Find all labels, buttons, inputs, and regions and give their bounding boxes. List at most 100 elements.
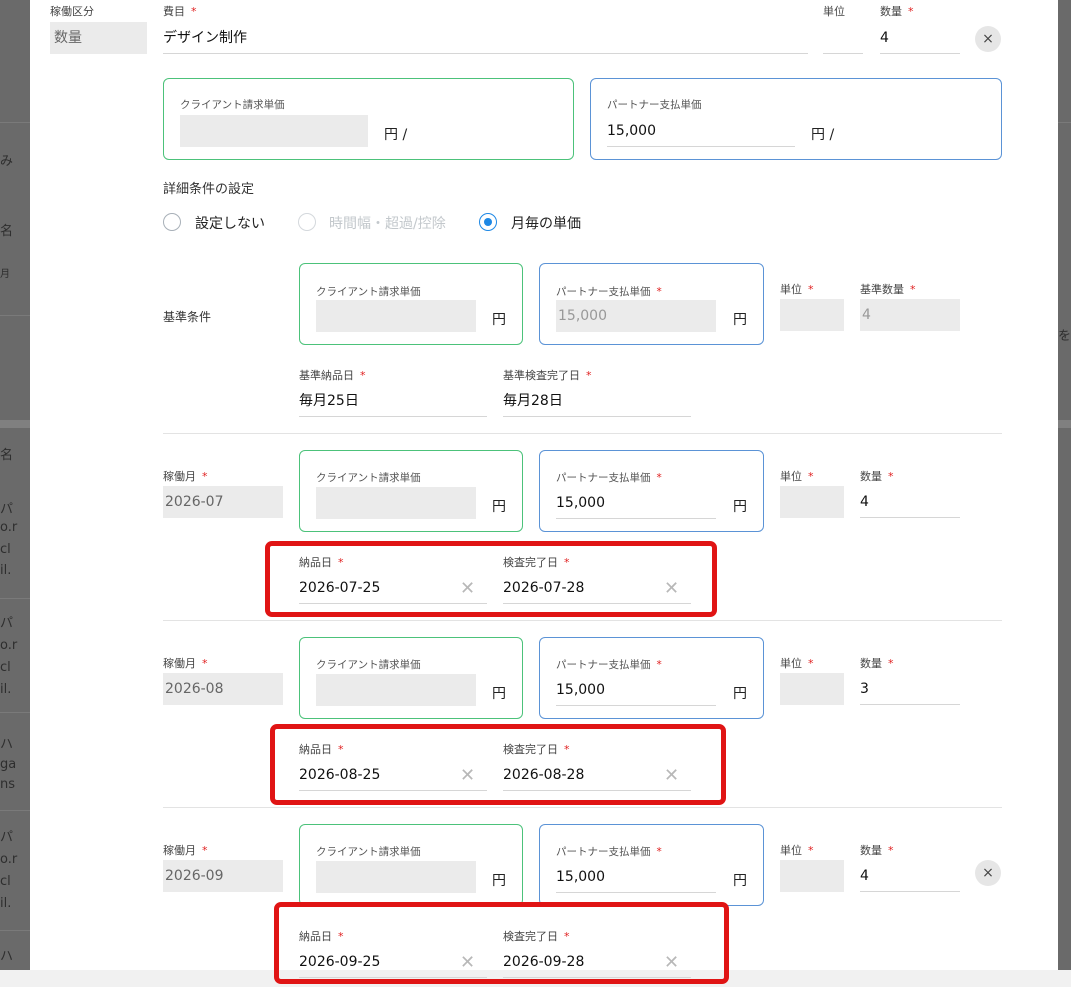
month-input[interactable]: 2026-08 [163, 673, 283, 705]
month-client-price-card: クライアント請求単価 円 [299, 824, 523, 906]
month-client-price-label: クライアント請求単価 [316, 659, 421, 671]
month-unit-label: 単位 * [780, 657, 814, 670]
month-quantity-label: 数量 * [860, 844, 894, 857]
client-unit-price-label: クライアント請求単価 [180, 99, 285, 111]
base-client-price-input[interactable] [316, 300, 476, 332]
quantity-input[interactable]: 4 [880, 26, 960, 54]
month-label: 稼働月 * [163, 844, 208, 857]
bg-divider [0, 598, 30, 599]
client-unit-price-input[interactable] [180, 115, 368, 147]
partner-unit-price-input[interactable]: 15,000 [607, 119, 795, 147]
radio-time-range[interactable] [298, 213, 316, 231]
bg-fragment: ns [0, 777, 16, 792]
month-client-price-suffix: 円 [492, 686, 506, 702]
bg-fragment: ハ [0, 737, 14, 752]
month-partner-price-suffix: 円 [733, 873, 747, 889]
partner-unit-price-suffix: 円 / [811, 127, 835, 143]
base-delivery-label: 基準納品日 * [299, 369, 366, 382]
section-divider [163, 807, 1002, 808]
remove-row-button[interactable]: × [975, 26, 1001, 52]
month-unit-input[interactable] [780, 673, 844, 705]
bg-fragment: を [1058, 329, 1071, 344]
month-partner-price-label: パートナー支払単価 * [556, 659, 662, 671]
month-quantity-label: 数量 * [860, 657, 894, 670]
month-client-price-input[interactable] [316, 674, 476, 706]
partner-unit-price-label: パートナー支払単価 [607, 99, 702, 111]
unit-input[interactable] [823, 26, 863, 54]
month-client-price-input[interactable] [316, 487, 476, 519]
base-inspection-label: 基準検査完了日 * [503, 369, 592, 382]
bg-fragment: o.r [0, 638, 18, 653]
bg-fragment: 名 [0, 448, 14, 463]
base-delivery-input[interactable]: 毎月25日 [299, 389, 487, 417]
base-client-price-suffix: 円 [492, 312, 506, 328]
month-input[interactable]: 2026-09 [163, 860, 283, 892]
expense-item-label: 費目 * [163, 5, 197, 18]
bg-fragment: ハ [0, 949, 14, 964]
month-quantity-input[interactable]: 3 [860, 677, 960, 705]
month-client-price-input[interactable] [316, 861, 476, 893]
month-partner-price-label: パートナー支払単価 * [556, 472, 662, 484]
base-quantity-label: 基準数量 * [860, 283, 916, 296]
background-left-strip: み 名 月 名 パ o.r cl il. パ o.r cl il. ハ ga n… [0, 0, 30, 987]
bg-fragment: il. [0, 896, 12, 911]
month-unit-input[interactable] [780, 486, 844, 518]
month-partner-price-input[interactable]: 15,000 [556, 491, 716, 519]
expense-item-input[interactable]: デザイン制作 [163, 26, 808, 54]
partner-unit-price-card: パートナー支払単価 15,000 円 / [590, 78, 1002, 160]
month-partner-price-input[interactable]: 15,000 [556, 678, 716, 706]
month-partner-price-card: パートナー支払単価 * 15,000 円 [539, 637, 764, 719]
bg-fragment: パ [0, 830, 14, 845]
month-partner-price-suffix: 円 [733, 499, 747, 515]
base-partner-price-input[interactable]: 15,000 [556, 300, 716, 332]
base-client-price-card: クライアント請求単価 円 [299, 263, 523, 345]
month-input[interactable]: 2026-07 [163, 486, 283, 518]
bg-divider [1058, 420, 1071, 428]
remove-month-button[interactable]: × [975, 860, 1001, 886]
month-client-price-label: クライアント請求単価 [316, 846, 421, 858]
base-partner-price-suffix: 円 [733, 312, 747, 328]
bg-divider [0, 122, 30, 123]
base-quantity-input[interactable]: 4 [860, 299, 960, 331]
base-unit-label: 単位 * [780, 283, 814, 296]
radio-none[interactable] [163, 213, 181, 231]
radio-none-label[interactable]: 設定しない [195, 213, 265, 233]
bg-fragment: み [0, 154, 14, 169]
work-category-select[interactable]: 数量 [50, 22, 147, 54]
base-unit-input[interactable] [780, 299, 844, 331]
month-partner-price-input[interactable]: 15,000 [556, 865, 716, 893]
base-partner-price-label: パートナー支払単価 * [556, 286, 662, 298]
month-unit-label: 単位 * [780, 844, 814, 857]
month-client-price-card: クライアント請求単価 円 [299, 637, 523, 719]
base-inspection-input[interactable]: 毎月28日 [503, 389, 691, 417]
section-divider [163, 620, 1002, 621]
bg-fragment: 月 [0, 269, 10, 280]
month-quantity-input[interactable]: 4 [860, 864, 960, 892]
bg-fragment: パ [0, 616, 14, 631]
radio-monthly-price[interactable] [479, 213, 497, 231]
month-unit-label: 単位 * [780, 470, 814, 483]
month-quantity-input[interactable]: 4 [860, 490, 960, 518]
base-partner-price-card: パートナー支払単価 * 15,000 円 [539, 263, 764, 345]
base-condition-label: 基準条件 [163, 310, 212, 324]
bg-fragment: パ [0, 502, 14, 517]
radio-monthly-price-label[interactable]: 月毎の単価 [511, 213, 581, 233]
bg-divider [0, 315, 30, 316]
month-client-price-suffix: 円 [492, 873, 506, 889]
bg-divider [1058, 122, 1071, 123]
highlight-box [270, 724, 726, 805]
bg-fragment: cl [0, 874, 11, 889]
bg-fragment: cl [0, 542, 11, 557]
radio-time-range-label[interactable]: 時間幅・超過/控除 [329, 213, 446, 233]
bg-divider [0, 930, 30, 931]
bg-divider [0, 810, 30, 811]
bg-fragment: ga [0, 757, 17, 772]
unit-label: 単位 [823, 5, 845, 18]
work-category-label: 稼働区分 [50, 5, 94, 18]
month-label: 稼働月 * [163, 470, 208, 483]
bg-fragment: il. [0, 682, 12, 697]
month-unit-input[interactable] [780, 860, 844, 892]
detail-conditions-title: 詳細条件の設定 [163, 182, 255, 197]
month-partner-price-label: パートナー支払単価 * [556, 846, 662, 858]
bg-fragment: il. [0, 563, 12, 578]
